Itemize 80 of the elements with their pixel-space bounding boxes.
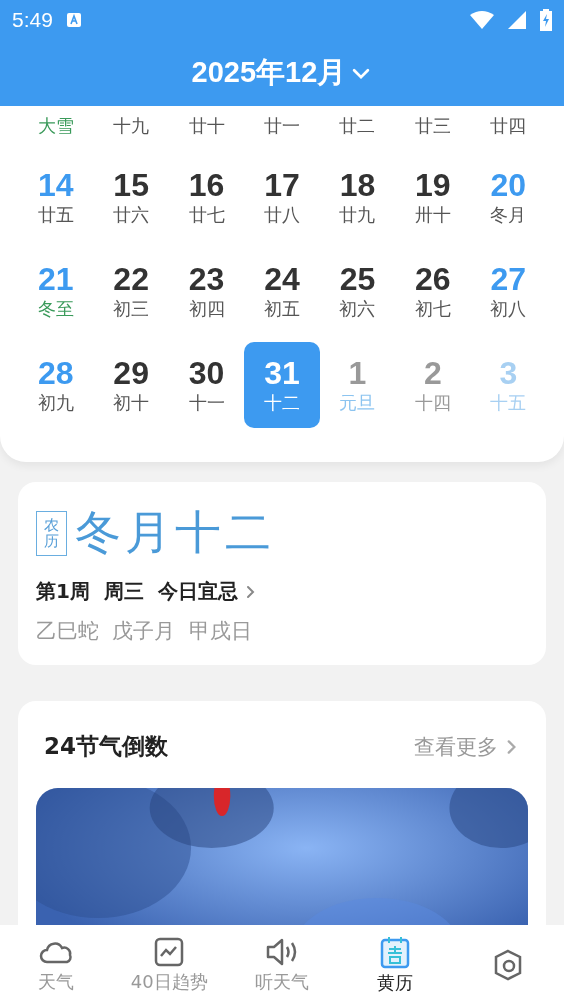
signal-icon bbox=[508, 11, 526, 29]
day-cell[interactable]: 27 初八 bbox=[470, 248, 546, 334]
lunar-day: 十四 bbox=[414, 391, 451, 415]
calendar-icon bbox=[378, 934, 411, 969]
day-cell[interactable]: 26 初七 bbox=[395, 248, 471, 334]
day-cell[interactable]: 15 廿六 bbox=[93, 154, 169, 240]
day-number: 31 bbox=[264, 355, 300, 391]
day-number: 21 bbox=[37, 261, 74, 297]
day-cell[interactable]: 19 卅十 bbox=[395, 154, 471, 240]
lunar-day: 初五 bbox=[264, 297, 300, 321]
lunar-day: 初七 bbox=[414, 297, 451, 321]
lunar-day: 廿七 bbox=[188, 203, 225, 227]
lunar-day: 大雪 bbox=[37, 114, 74, 138]
lunar-day: 元旦 bbox=[339, 391, 376, 415]
lunar-day: 冬月 bbox=[490, 203, 527, 227]
shield-icon bbox=[492, 948, 523, 981]
lunar-day: 廿十 bbox=[188, 114, 225, 138]
lunar-day: 十一 bbox=[188, 391, 225, 415]
lunar-day: 廿八 bbox=[264, 203, 300, 227]
lunar-day: 十九 bbox=[113, 114, 150, 138]
lunar-day: 初四 bbox=[188, 297, 225, 321]
wifi-icon bbox=[470, 11, 494, 29]
day-cell[interactable]: 30 十一 bbox=[168, 342, 245, 428]
lunar-day: 廿五 bbox=[37, 203, 74, 227]
day-number: 27 bbox=[490, 261, 527, 297]
lunar-day: 廿六 bbox=[113, 203, 150, 227]
day-number: 29 bbox=[113, 355, 149, 391]
lunar-date: 冬月十二 bbox=[75, 504, 275, 561]
day-number: 2 bbox=[423, 355, 442, 391]
day-cell[interactable]: 25 初六 bbox=[319, 248, 396, 334]
lunar-badge: 农历 bbox=[36, 510, 67, 556]
day-number: 24 bbox=[264, 261, 300, 297]
lunar-day: 初六 bbox=[339, 297, 376, 321]
lunar-day: 初九 bbox=[37, 391, 74, 415]
day-number: 25 bbox=[339, 261, 376, 297]
lunar-day: 冬至 bbox=[37, 297, 74, 321]
day-number: 15 bbox=[113, 167, 149, 203]
lunar-day: 初十 bbox=[113, 391, 150, 415]
day-cell[interactable]: 22 初三 bbox=[93, 248, 169, 334]
day-number: 23 bbox=[188, 261, 225, 297]
ganzhi-text: 乙巳蛇 戊子月 甲戌日 bbox=[36, 618, 253, 645]
chart-icon bbox=[153, 935, 186, 968]
day-number: 14 bbox=[37, 167, 74, 203]
day-number: 22 bbox=[113, 261, 149, 297]
day-number: 30 bbox=[188, 355, 225, 391]
section-title: 24节气倒数 bbox=[44, 732, 168, 761]
lunar-day: 廿三 bbox=[414, 114, 451, 138]
day-cell[interactable]: 18 廿九 bbox=[319, 154, 396, 240]
lunar-day: 廿四 bbox=[490, 114, 527, 138]
day-cell[interactable]: 20 冬月 bbox=[470, 154, 546, 240]
day-cell[interactable]: 29 初十 bbox=[93, 342, 169, 428]
day-number: 3 bbox=[499, 355, 518, 391]
day-number: 28 bbox=[37, 355, 74, 391]
day-cell[interactable]: 16 廿七 bbox=[168, 154, 245, 240]
day-cell[interactable]: 14 廿五 bbox=[18, 154, 94, 240]
lunar-day: 廿九 bbox=[339, 203, 376, 227]
lunar-day: 廿二 bbox=[339, 114, 376, 138]
daily-almanac-link[interactable]: 第1周 周三 今日宜忌 bbox=[36, 578, 258, 605]
lunar-day: 初八 bbox=[490, 297, 527, 321]
lunar-day: 十二 bbox=[264, 391, 300, 415]
day-number: 26 bbox=[415, 261, 451, 297]
lunar-day: 卅十 bbox=[414, 203, 451, 227]
lunar-day: 初三 bbox=[113, 297, 150, 321]
day-number: 19 bbox=[415, 167, 451, 203]
day-number: 18 bbox=[339, 167, 376, 203]
day-number: 16 bbox=[188, 167, 225, 203]
day-cell[interactable]: 21 冬至 bbox=[18, 248, 94, 334]
battery-icon bbox=[540, 9, 552, 31]
day-number: 20 bbox=[490, 167, 527, 203]
day-number: 17 bbox=[264, 167, 300, 203]
lunar-day: 廿一 bbox=[264, 114, 300, 138]
day-cell[interactable]: 23 初四 bbox=[168, 248, 245, 334]
day-cell[interactable]: 24 初五 bbox=[244, 248, 320, 334]
notification-icon bbox=[66, 13, 81, 27]
day-cell[interactable]: 17 廿八 bbox=[244, 154, 320, 240]
day-number: 1 bbox=[348, 355, 367, 391]
day-cell[interactable]: 28 初九 bbox=[18, 342, 94, 428]
lunar-day: 十五 bbox=[490, 391, 527, 415]
nav-tab[interactable]: 黄历 bbox=[338, 925, 452, 1004]
status-time: 5:49 bbox=[12, 8, 53, 32]
